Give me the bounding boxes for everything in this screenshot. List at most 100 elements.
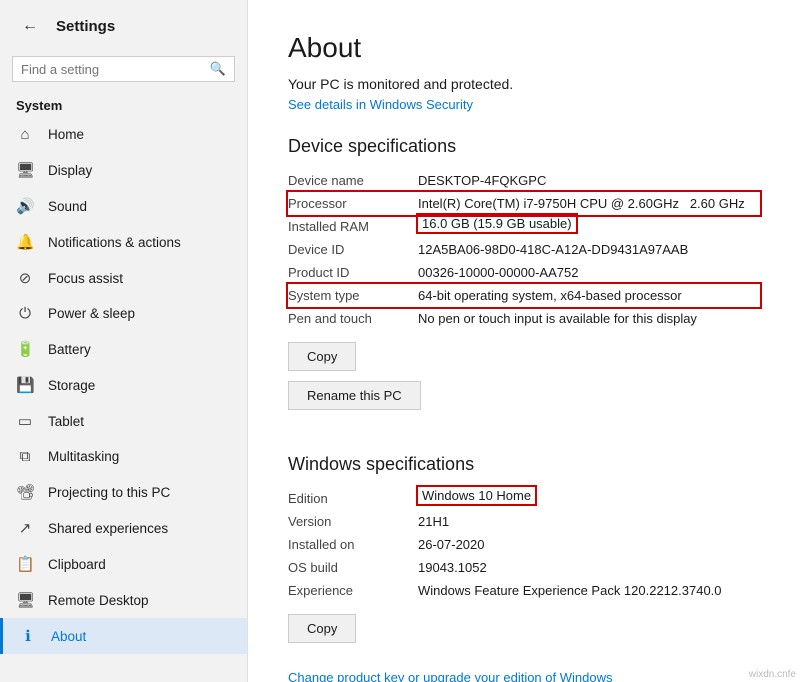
- about-icon: ℹ: [19, 627, 37, 645]
- sidebar-item-label: Focus assist: [48, 271, 123, 286]
- sidebar-item-storage[interactable]: 💾 Storage: [0, 367, 247, 403]
- spec-value: 21H1: [418, 510, 760, 533]
- sidebar-item-shared[interactable]: ↗ Shared experiences: [0, 510, 247, 546]
- spec-row-product-id: Product ID 00326-10000-00000-AA752: [288, 261, 760, 284]
- spec-value: Intel(R) Core(TM) i7-9750H CPU @ 2.60GHz…: [418, 192, 760, 215]
- back-button[interactable]: ←: [16, 12, 44, 40]
- sidebar-item-label: Clipboard: [48, 557, 106, 572]
- spec-label: Device ID: [288, 238, 418, 261]
- sidebar-item-label: Notifications & actions: [48, 235, 181, 250]
- focus-icon: ⊘: [16, 269, 34, 287]
- search-icon: 🔍: [210, 61, 226, 77]
- sidebar-item-label: Storage: [48, 378, 95, 393]
- sidebar: ← Settings 🔍 System ⌂ Home 🖥 Display 🔊 S…: [0, 0, 248, 682]
- sidebar-item-label: Remote Desktop: [48, 593, 149, 608]
- page-title: About: [288, 32, 760, 64]
- sidebar-item-projecting[interactable]: 📽 Projecting to this PC: [0, 474, 247, 510]
- shared-icon: ↗: [16, 519, 34, 537]
- notifications-icon: 🔔: [16, 233, 34, 251]
- sidebar-item-multitasking[interactable]: ⧉ Multitasking: [0, 439, 247, 474]
- remote-icon: 🖥: [16, 591, 34, 609]
- sidebar-item-battery[interactable]: 🔋 Battery: [0, 331, 247, 367]
- sidebar-item-about[interactable]: ℹ About: [0, 618, 247, 654]
- system-section-label: System: [0, 90, 247, 117]
- storage-icon: 💾: [16, 376, 34, 394]
- spec-value: DESKTOP-4FQKGPC: [418, 169, 760, 192]
- sidebar-item-label: Projecting to this PC: [48, 485, 170, 500]
- rename-button[interactable]: Rename this PC: [288, 381, 421, 410]
- sidebar-item-remote[interactable]: 🖥 Remote Desktop: [0, 582, 247, 618]
- security-link[interactable]: See details in Windows Security: [288, 97, 473, 112]
- sound-icon: 🔊: [16, 197, 34, 215]
- spec-label: Edition: [288, 487, 418, 510]
- copy-device-button[interactable]: Copy: [288, 342, 356, 371]
- spec-value: Windows 10 Home: [418, 487, 535, 504]
- multitasking-icon: ⧉: [16, 448, 34, 465]
- windows-section-title: Windows specifications: [288, 454, 760, 475]
- sidebar-item-notifications[interactable]: 🔔 Notifications & actions: [0, 224, 247, 260]
- display-icon: 🖥: [16, 161, 34, 179]
- spec-label: Installed on: [288, 533, 418, 556]
- spec-row-system-type: System type 64-bit operating system, x64…: [288, 284, 760, 307]
- spec-label: Experience: [288, 579, 418, 602]
- spec-row-processor: Processor Intel(R) Core(TM) i7-9750H CPU…: [288, 192, 760, 215]
- sidebar-item-home[interactable]: ⌂ Home: [0, 117, 247, 152]
- spec-label: System type: [288, 284, 418, 307]
- spec-row-version: Version 21H1: [288, 510, 760, 533]
- spec-row-os-build: OS build 19043.1052: [288, 556, 760, 579]
- tablet-icon: ▭: [16, 412, 34, 430]
- clipboard-icon: 📋: [16, 555, 34, 573]
- power-icon: ⏻: [16, 305, 34, 322]
- device-specs-table: Device name DESKTOP-4FQKGPC Processor In…: [288, 169, 760, 330]
- home-icon: ⌂: [16, 126, 34, 143]
- spec-row-edition: Edition Windows 10 Home: [288, 487, 760, 510]
- spec-label: Installed RAM: [288, 215, 418, 238]
- windows-specs-table: Edition Windows 10 Home Version 21H1 Ins…: [288, 487, 760, 602]
- projecting-icon: 📽: [16, 483, 34, 501]
- spec-label: Pen and touch: [288, 307, 418, 330]
- spec-label: OS build: [288, 556, 418, 579]
- spec-row-pen-touch: Pen and touch No pen or touch input is a…: [288, 307, 760, 330]
- sidebar-item-label: Sound: [48, 199, 87, 214]
- spec-row-device-name: Device name DESKTOP-4FQKGPC: [288, 169, 760, 192]
- spec-label: Product ID: [288, 261, 418, 284]
- spec-value: 16.0 GB (15.9 GB usable): [418, 215, 576, 232]
- search-box[interactable]: 🔍: [12, 56, 235, 82]
- sidebar-item-label: Multitasking: [48, 449, 119, 464]
- spec-label: Version: [288, 510, 418, 533]
- spec-value: 19043.1052: [418, 556, 760, 579]
- watermark: wixdn.cnfe: [749, 669, 796, 680]
- spec-label: Processor: [288, 192, 418, 215]
- spec-row-device-id: Device ID 12A5BA06-98D0-418C-A12A-DD9431…: [288, 238, 760, 261]
- spec-value: 26-07-2020: [418, 533, 760, 556]
- sidebar-item-label: About: [51, 629, 86, 644]
- sidebar-item-display[interactable]: 🖥 Display: [0, 152, 247, 188]
- spec-value: 12A5BA06-98D0-418C-A12A-DD9431A97AAB: [418, 238, 760, 261]
- sidebar-item-label: Power & sleep: [48, 306, 135, 321]
- sidebar-item-tablet[interactable]: ▭ Tablet: [0, 403, 247, 439]
- sidebar-item-label: Home: [48, 127, 84, 142]
- sidebar-header: ← Settings: [0, 0, 247, 52]
- spec-value: No pen or touch input is available for t…: [418, 307, 760, 330]
- spec-row-ram: Installed RAM 16.0 GB (15.9 GB usable): [288, 215, 760, 238]
- spec-row-installed: Installed on 26-07-2020: [288, 533, 760, 556]
- sidebar-item-power[interactable]: ⏻ Power & sleep: [0, 296, 247, 331]
- sidebar-item-label: Tablet: [48, 414, 84, 429]
- spec-value: Windows Feature Experience Pack 120.2212…: [418, 579, 760, 602]
- spec-value: 64-bit operating system, x64-based proce…: [418, 284, 760, 307]
- device-section-title: Device specifications: [288, 136, 760, 157]
- sidebar-item-focus[interactable]: ⊘ Focus assist: [0, 260, 247, 296]
- battery-icon: 🔋: [16, 340, 34, 358]
- spec-value: 00326-10000-00000-AA752: [418, 261, 760, 284]
- sidebar-title: Settings: [56, 18, 115, 35]
- search-input[interactable]: [21, 62, 204, 77]
- sidebar-item-label: Display: [48, 163, 92, 178]
- main-content: About Your PC is monitored and protected…: [248, 0, 800, 682]
- spec-label: Device name: [288, 169, 418, 192]
- sidebar-item-sound[interactable]: 🔊 Sound: [0, 188, 247, 224]
- protected-text: Your PC is monitored and protected.: [288, 76, 760, 92]
- sidebar-item-clipboard[interactable]: 📋 Clipboard: [0, 546, 247, 582]
- copy-windows-button[interactable]: Copy: [288, 614, 356, 643]
- sidebar-item-label: Battery: [48, 342, 91, 357]
- product-key-link[interactable]: Change product key or upgrade your editi…: [288, 670, 612, 682]
